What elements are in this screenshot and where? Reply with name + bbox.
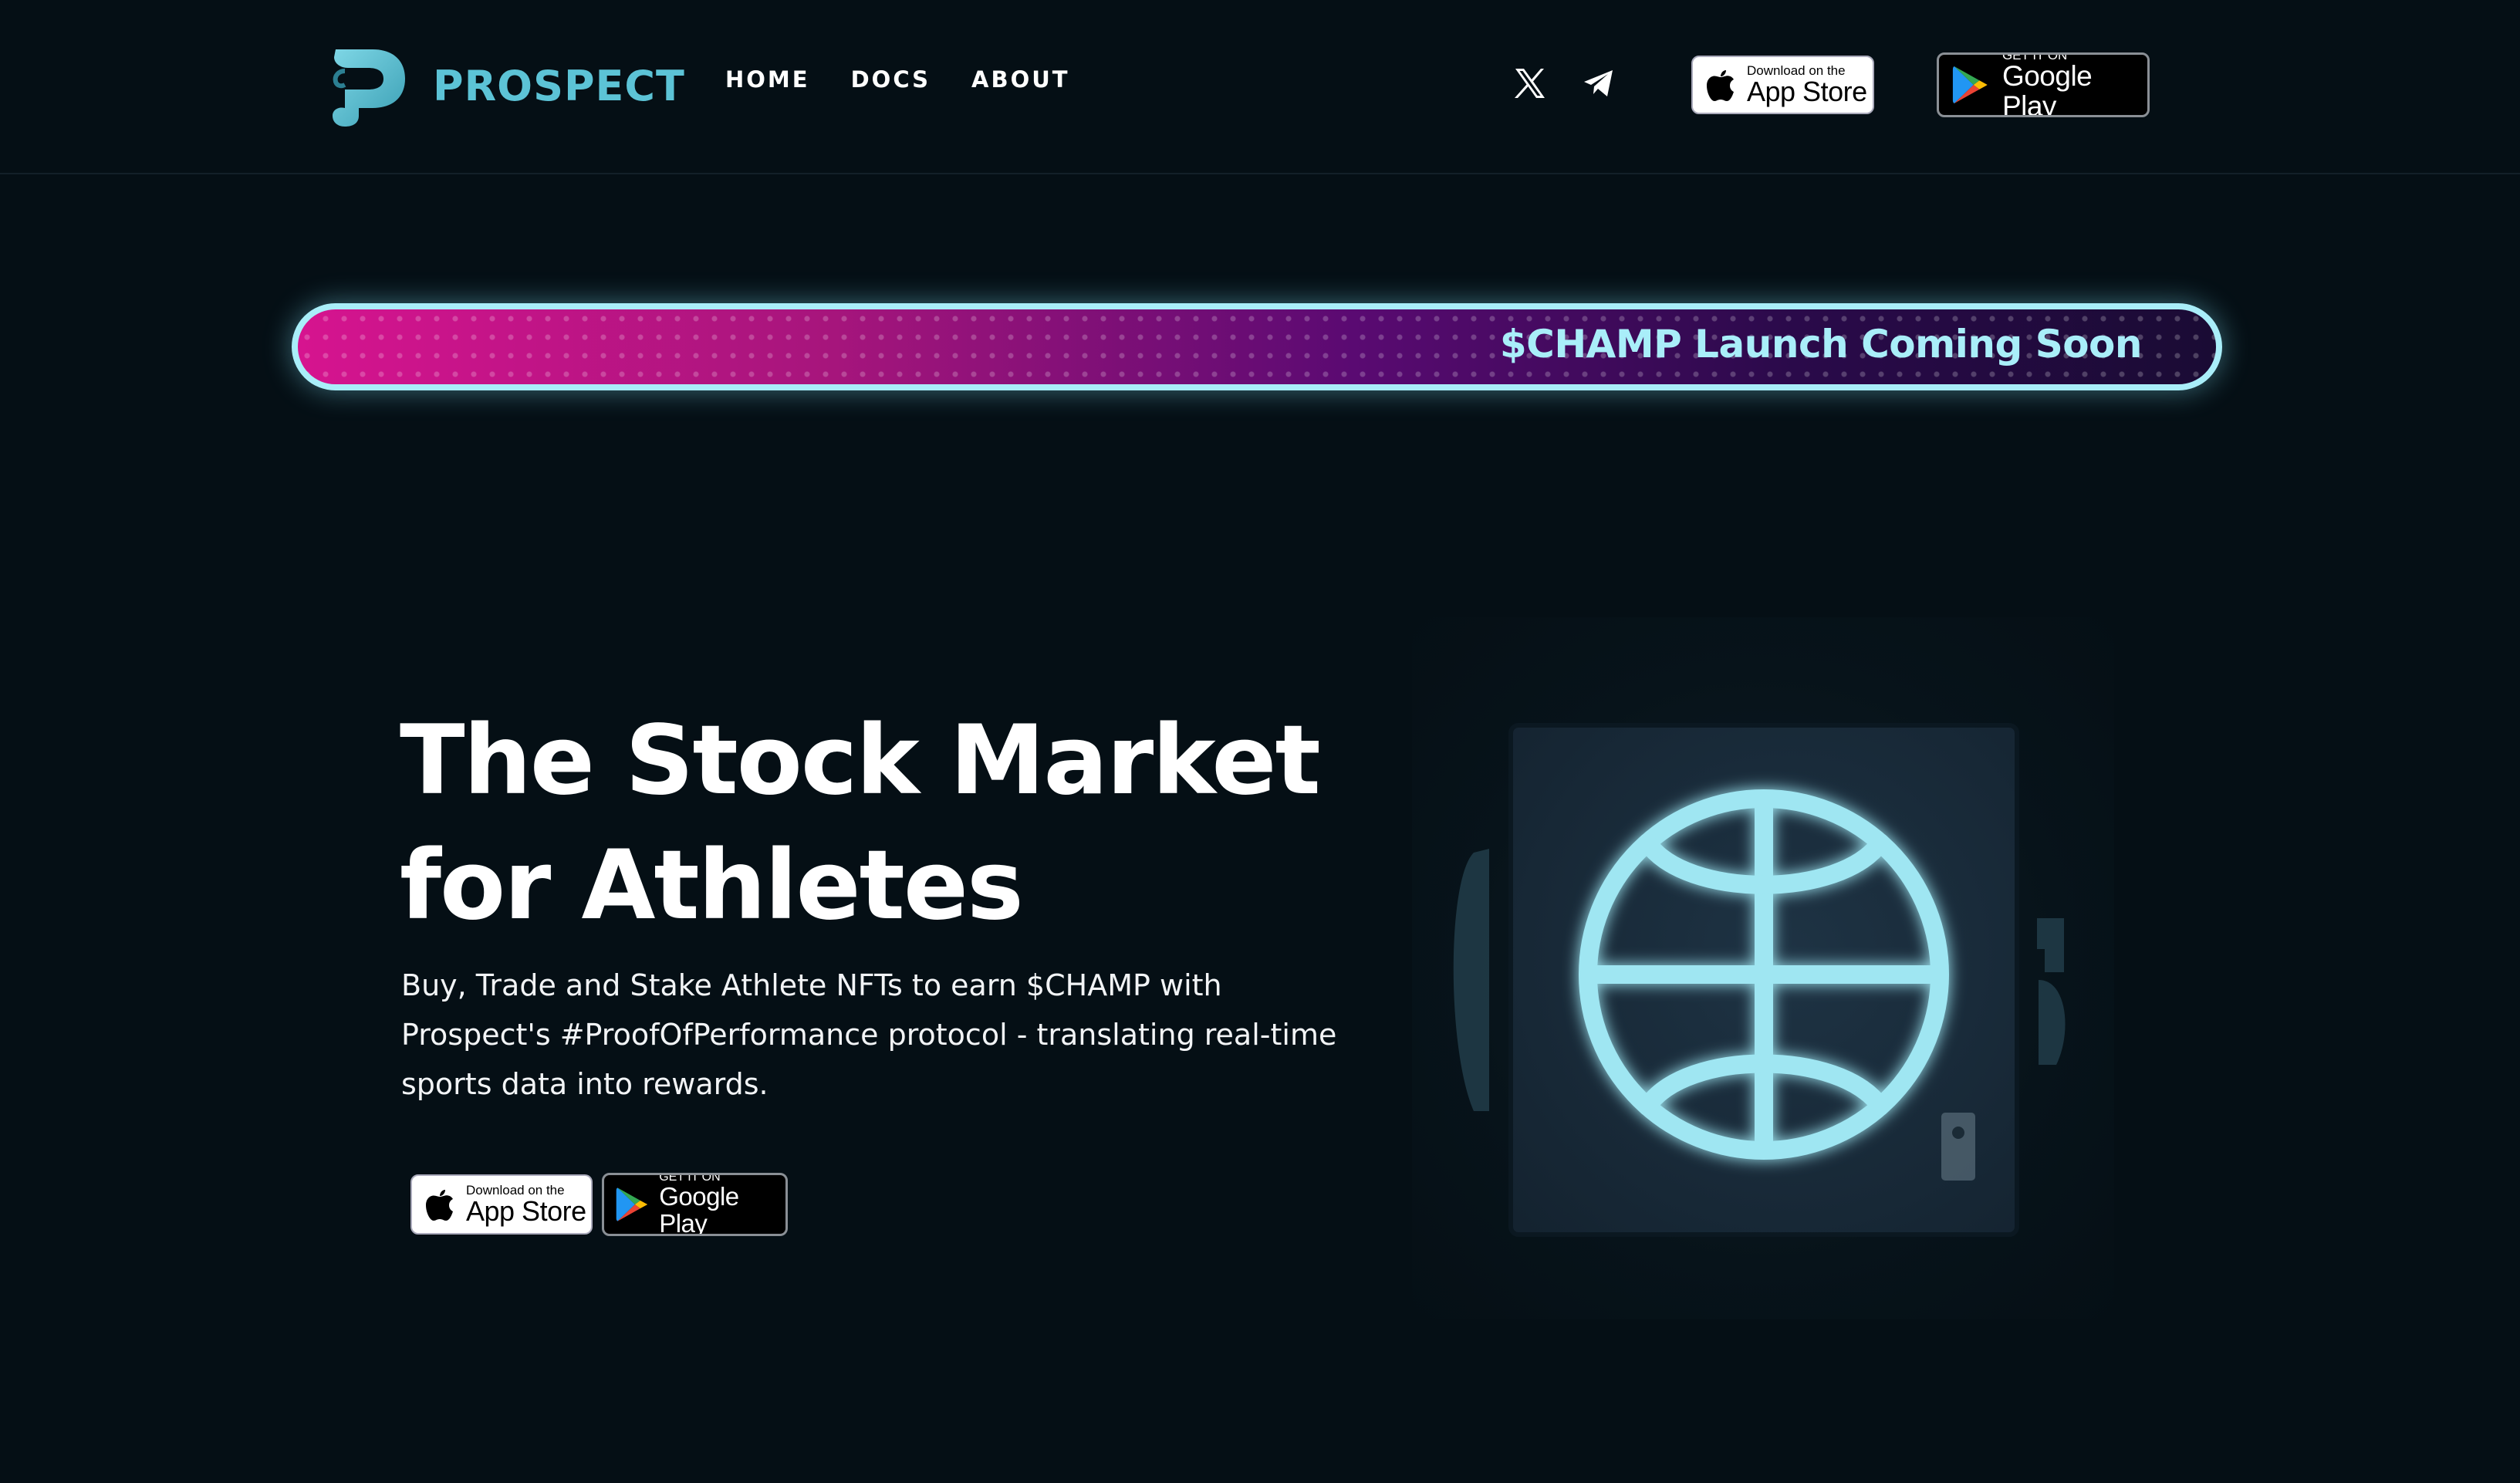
site-header: PROSPECT HOME DOCS ABOUT Download on the <box>0 0 2520 174</box>
page: PROSPECT HOME DOCS ABOUT Download on the <box>0 0 2520 1483</box>
brand-name: PROSPECT <box>433 61 685 110</box>
apple-icon <box>1707 70 1734 101</box>
nav-home[interactable]: HOME <box>725 66 810 93</box>
prospect-logo-icon <box>333 49 405 127</box>
nav-about[interactable]: ABOUT <box>971 66 1070 93</box>
hero-app-store-button[interactable]: Download on the App Store <box>410 1174 593 1235</box>
header-app-store-button[interactable]: Download on the App Store <box>1691 56 1874 114</box>
x-twitter-icon <box>1515 69 1545 98</box>
app-store-big-text: App Store <box>466 1194 586 1227</box>
hero-title-line-1: The Stock Market <box>400 705 1321 816</box>
x-twitter-link[interactable] <box>1512 66 1546 100</box>
launch-banner-text: $CHAMP Launch Coming Soon <box>1499 322 2143 367</box>
telegram-link[interactable] <box>1582 66 1616 100</box>
hero-title: The Stock Market for Athletes <box>400 698 1403 948</box>
google-play-icon <box>616 1187 647 1221</box>
telegram-icon <box>1584 70 1613 96</box>
hero-illustration <box>1412 617 2114 1319</box>
main-nav: HOME DOCS ABOUT <box>725 66 1111 93</box>
google-play-big-text: Google Play <box>2001 59 2093 117</box>
google-play-big-text: Google Play <box>659 1182 739 1236</box>
apple-icon <box>426 1190 453 1221</box>
hero-description: Buy, Trade and Stake Athlete NFTs to ear… <box>401 968 1337 1101</box>
brand-logo-link[interactable]: PROSPECT <box>328 43 685 128</box>
hero-google-play-button[interactable]: GET IT ON Google Play <box>602 1173 788 1236</box>
nav-docs[interactable]: DOCS <box>851 66 931 93</box>
neon-basketball-illustration <box>1453 723 2066 1237</box>
hero-title-line-2: for Athletes <box>400 830 1024 941</box>
app-store-big-text: App Store <box>1747 75 1867 107</box>
launch-banner[interactable]: $CHAMP Launch Coming Soon <box>292 303 2222 390</box>
header-google-play-button[interactable]: GET IT ON Google Play <box>1937 52 2150 117</box>
google-play-icon <box>1952 66 1988 103</box>
